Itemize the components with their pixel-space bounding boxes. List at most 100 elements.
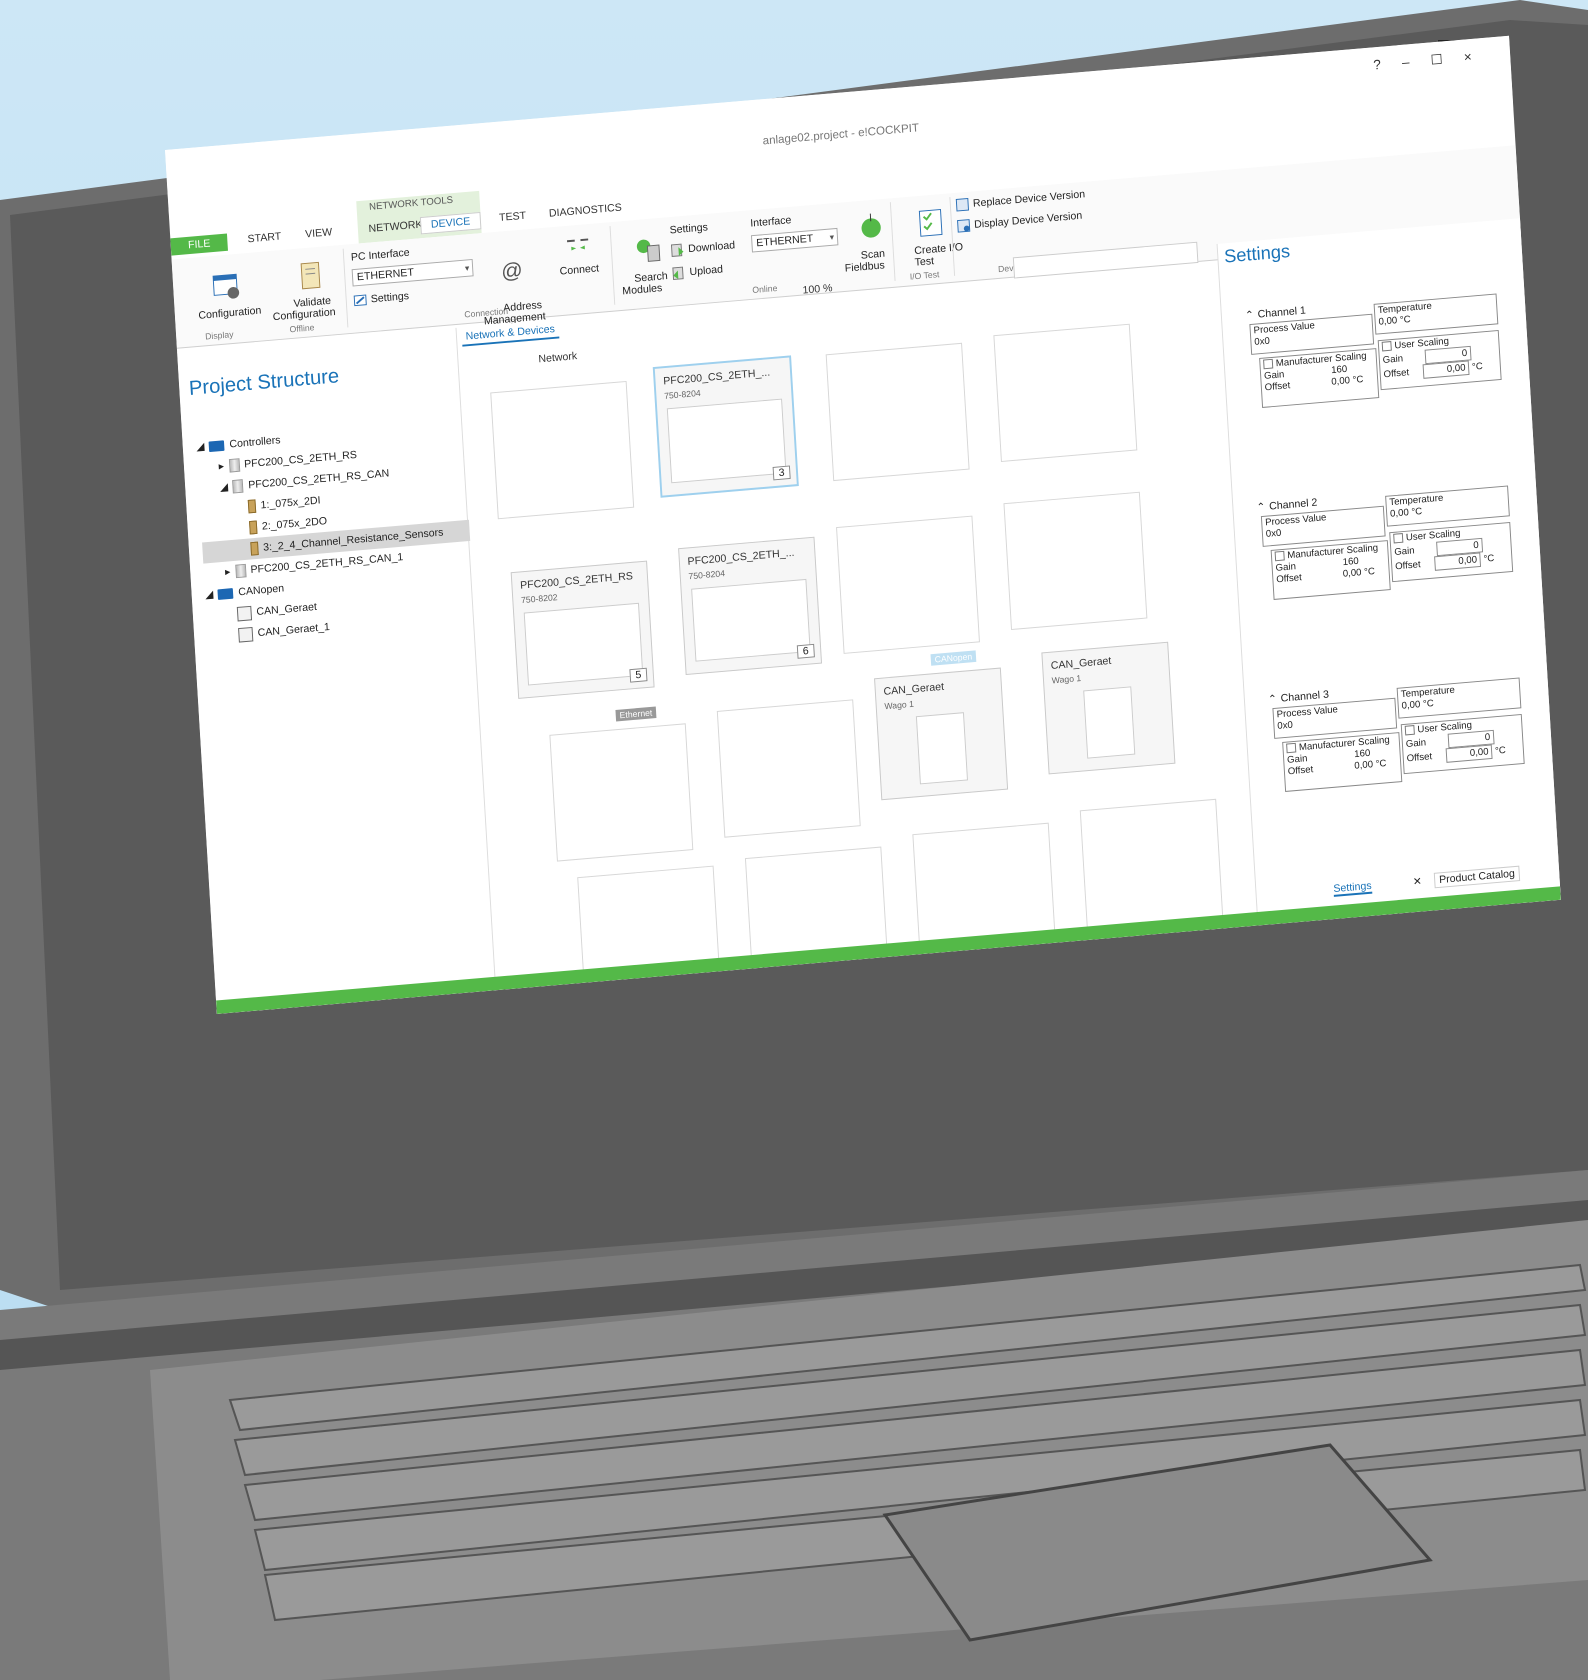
- controller-image: [523, 602, 644, 686]
- settings-button[interactable]: Settings: [353, 289, 409, 307]
- search-modules-button[interactable]: Search Modules: [614, 223, 669, 309]
- manufacturer-scaling-label: Manufacturer Scaling: [1275, 350, 1367, 370]
- manufacturer-scaling-box: Manufacturer Scaling Gain 160 Offset 0,00 …: [1282, 732, 1403, 792]
- online-settings-label[interactable]: Settings: [669, 222, 708, 237]
- device-part-number: 750-8202: [520, 592, 558, 606]
- ethernet-bus-label: Ethernet: [615, 706, 657, 722]
- process-value-box: Process Value 0x0: [1272, 697, 1398, 739]
- search-modules-label: Search Modules: [622, 270, 669, 298]
- user-scaling-checkbox[interactable]: [1404, 725, 1415, 736]
- device-number: 6: [796, 643, 815, 659]
- collapse-icon[interactable]: ⌃: [1256, 500, 1266, 513]
- pc-interface-select[interactable]: ETHERNET: [351, 258, 474, 287]
- grid-cell: [1003, 491, 1148, 631]
- temperature-value: 0,00 °C: [1389, 506, 1423, 520]
- device-pfc200-3[interactable]: PFC200_CS_2ETH_... 750-8204 3: [652, 355, 799, 498]
- user-offset-input[interactable]: 0,00: [1445, 744, 1493, 763]
- tab-test[interactable]: TEST: [489, 207, 536, 226]
- upload-label: Upload: [689, 263, 724, 279]
- download-icon: [670, 243, 684, 257]
- validate-configuration-button[interactable]: Validate Configuration: [260, 247, 346, 335]
- collapse-icon[interactable]: ⌃: [1268, 692, 1278, 705]
- device-name: PFC200_CS_2ETH_...: [687, 547, 795, 568]
- pc-interface-label: PC Interface: [350, 246, 410, 264]
- scan-fieldbus-button[interactable]: Scan Fieldbus: [834, 200, 893, 286]
- expand-icon[interactable]: ◢: [205, 584, 214, 606]
- temperature-box: Temperature 0,00 °C: [1385, 485, 1510, 527]
- offset-value: 0,00 °C: [1330, 374, 1364, 388]
- channel-header[interactable]: ⌃ Channel 3: [1268, 688, 1330, 705]
- user-offset-input[interactable]: 0,00: [1434, 552, 1482, 571]
- controller-icon: [228, 458, 240, 473]
- device-can-geraet[interactable]: CAN_Geraet Wago 1: [874, 667, 1009, 801]
- create-io-test-button[interactable]: Create I/O Test: [894, 195, 963, 281]
- tab-network-devices[interactable]: Network & Devices: [461, 321, 560, 347]
- device-can-geraet-1[interactable]: CAN_Geraet Wago 1: [1041, 641, 1176, 775]
- manufacturer-scaling-box: Manufacturer Scaling Gain 160 Offset 0,00 …: [1259, 348, 1380, 408]
- device-number: 3: [772, 465, 791, 481]
- expand-icon[interactable]: ▸: [224, 561, 231, 583]
- interface-select[interactable]: ETHERNET: [750, 227, 839, 253]
- controller-image: [666, 398, 787, 484]
- channel-header[interactable]: ⌃ Channel 1: [1245, 304, 1307, 321]
- manufacturer-scaling-checkbox[interactable]: [1263, 359, 1274, 370]
- manufacturer-scaling-checkbox[interactable]: [1274, 551, 1285, 562]
- help-button[interactable]: ?: [1373, 56, 1381, 73]
- offset-label: Offset: [1287, 764, 1314, 778]
- project-structure-panel: Project Structure ◢ Controllers ▸ PFC200_C…: [177, 327, 503, 1014]
- channel-1: ⌃ Channel 1 Process Value 0x0 Temperature 0…: [1245, 287, 1509, 422]
- close-icon[interactable]: ✕: [1413, 876, 1423, 888]
- process-value: 0x0: [1254, 335, 1271, 348]
- replace-device-version-button[interactable]: Replace Device Version: [955, 188, 1085, 212]
- collapse-icon[interactable]: ⌃: [1245, 308, 1255, 321]
- manufacturer-scaling-checkbox[interactable]: [1286, 743, 1297, 754]
- window-controls: ? – ☐ ×: [1373, 49, 1472, 74]
- controller-image: [691, 578, 811, 662]
- tab-device[interactable]: DEVICE: [419, 211, 482, 235]
- upload-button[interactable]: Upload: [672, 263, 724, 281]
- controller-icon: [232, 479, 244, 494]
- channel-2: ⌃ Channel 2 Process Value 0x0 Temperature 0…: [1256, 479, 1520, 614]
- user-offset-input[interactable]: 0,00: [1422, 360, 1470, 379]
- controller-icon: [234, 563, 247, 579]
- channel-name: Channel 3: [1280, 688, 1330, 705]
- close-button[interactable]: ×: [1463, 49, 1472, 66]
- download-button[interactable]: Download: [670, 239, 735, 258]
- tab-diagnostics[interactable]: DIAGNOSTICS: [539, 199, 632, 222]
- replace-device-version-label: Replace Device Version: [972, 188, 1086, 210]
- tab-file[interactable]: FILE: [170, 233, 229, 256]
- display-device-version-button[interactable]: Display Device Version: [957, 209, 1083, 233]
- user-offset-label: Offset: [1383, 367, 1410, 381]
- configuration-button[interactable]: Configuration: [178, 258, 262, 335]
- interface-label: Interface: [749, 214, 792, 230]
- tab-settings[interactable]: Settings: [1333, 880, 1373, 897]
- zoom-level[interactable]: 100 %: [802, 282, 833, 296]
- user-scaling-checkbox[interactable]: [1381, 341, 1392, 352]
- channel-header[interactable]: ⌃ Channel 2: [1256, 496, 1318, 513]
- expand-icon[interactable]: ◢: [219, 477, 229, 499]
- scan-fieldbus-icon: [861, 213, 881, 238]
- project-tree: ◢ Controllers ▸ PFC200_CS_2ETH_RS ◢ PFC200_…: [196, 411, 508, 648]
- device-pfc200-6[interactable]: PFC200_CS_2ETH_... 750-8204 6: [678, 536, 823, 676]
- temperature-value: 0,00 °C: [1401, 698, 1435, 712]
- breadcrumb[interactable]: Network: [538, 350, 577, 365]
- expand-icon[interactable]: ◢: [196, 436, 205, 458]
- user-gain-label: Gain: [1393, 545, 1415, 558]
- manufacturer-scaling-label: Manufacturer Scaling: [1298, 734, 1390, 754]
- minimize-button[interactable]: –: [1402, 54, 1410, 71]
- process-value-box: Process Value 0x0: [1260, 505, 1386, 547]
- device-part-number: Wago 1: [1051, 673, 1082, 686]
- tab-view[interactable]: VIEW: [295, 224, 342, 243]
- user-scaling-checkbox[interactable]: [1393, 533, 1404, 544]
- tab-start[interactable]: START: [237, 228, 291, 248]
- settings-title: Settings: [1223, 241, 1291, 268]
- gain-value: 160: [1353, 748, 1371, 761]
- expand-icon[interactable]: ▸: [218, 456, 225, 478]
- device-pfc200-5[interactable]: PFC200_CS_2ETH_RS 750-8202 5: [510, 560, 655, 699]
- connect-button[interactable]: Connect: [550, 227, 607, 279]
- module-icon: [247, 499, 257, 514]
- grid-cell: [490, 380, 635, 520]
- maximize-button[interactable]: ☐: [1430, 51, 1443, 68]
- process-value-label: Process Value: [1253, 320, 1316, 337]
- tab-product-catalog[interactable]: Product Catalog: [1433, 865, 1521, 889]
